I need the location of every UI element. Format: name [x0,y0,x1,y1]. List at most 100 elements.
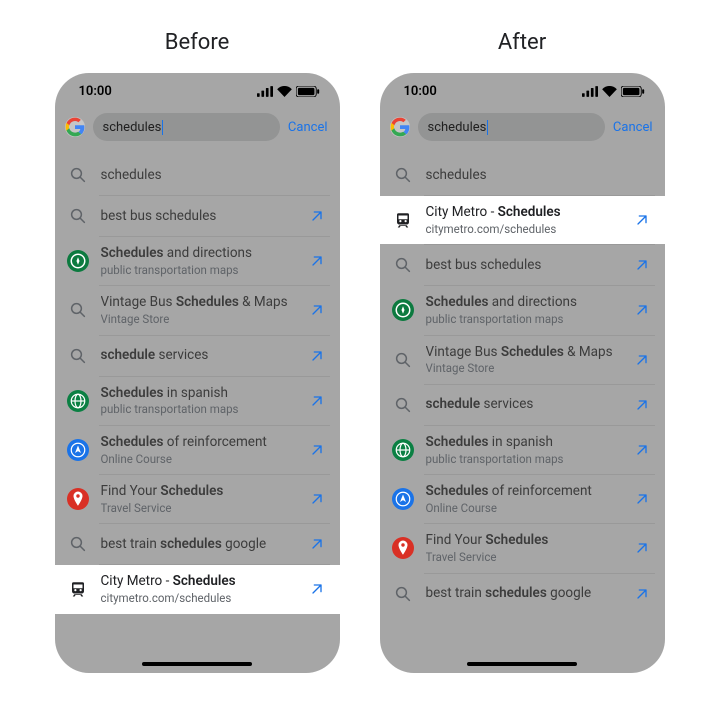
insert-arrow-icon[interactable] [308,252,326,270]
insert-arrow-icon[interactable] [633,585,651,603]
suggestion-body: schedule services [426,396,627,413]
magnifier-icon [392,394,414,416]
suggestion-body: schedule services [101,347,302,364]
suggestion-body: schedules [101,167,326,184]
wifi-icon [277,86,292,97]
after-column: After 10:00 schedules Cancel schedules [380,30,665,673]
insert-arrow-icon[interactable] [308,441,326,459]
suggestion-body: Schedules in spanish public transportati… [426,434,627,466]
insert-arrow-icon[interactable] [308,580,326,598]
search-header: schedules Cancel [380,109,665,149]
cancel-button[interactable]: Cancel [288,120,330,135]
cellular-icon [257,86,273,97]
suggestion-body: Schedules of reinforcement Online Course [101,434,302,466]
search-input[interactable]: schedules [418,113,605,141]
suggestion-body: Schedules in spanish public transportati… [101,385,302,417]
suggestion-title: Schedules in spanish [101,385,302,402]
suggestion-item[interactable]: Vintage Bus Schedules & Maps Vintage Sto… [380,336,665,384]
suggestion-item[interactable]: City Metro - Schedules citymetro.com/sch… [55,565,340,613]
insert-arrow-icon[interactable] [633,539,651,557]
suggestion-item[interactable]: schedules [55,155,340,195]
before-label: Before [165,30,230,55]
suggestion-title: schedules [426,167,651,184]
insert-arrow-icon[interactable] [308,347,326,365]
suggestion-body: best bus schedules [101,208,302,225]
suggestion-item[interactable]: schedule services [55,336,340,376]
suggestion-body: best train schedules google [101,536,302,553]
suggestion-title: Schedules of reinforcement [426,483,627,500]
insert-arrow-icon[interactable] [633,211,651,229]
suggestion-item[interactable]: Find Your Schedules Travel Service [380,524,665,572]
phone-after: 10:00 schedules Cancel schedules City Me [380,73,665,673]
magnifier-icon [67,205,89,227]
train-icon [392,209,414,231]
insert-arrow-icon[interactable] [633,490,651,508]
suggestion-item[interactable]: Schedules and directions public transpor… [55,237,340,285]
suggestion-subtitle: Online Course [101,452,302,466]
suggestion-subtitle: public transportation maps [426,452,627,466]
insert-arrow-icon[interactable] [633,351,651,369]
home-indicator [467,662,577,666]
suggestion-title: Vintage Bus Schedules & Maps [101,294,302,311]
suggestion-body: best bus schedules [426,257,627,274]
suggestion-title: Schedules in spanish [426,434,627,451]
navigate-icon [392,488,414,510]
battery-icon [621,86,645,97]
insert-arrow-icon[interactable] [308,392,326,410]
suggestion-subtitle: Vintage Store [101,312,302,326]
suggestion-item[interactable]: Schedules of reinforcement Online Course [380,475,665,523]
insert-arrow-icon[interactable] [633,256,651,274]
insert-arrow-icon[interactable] [633,441,651,459]
suggestion-item[interactable]: best train schedules google [380,574,665,614]
status-icons [257,86,320,97]
map-pin-icon [392,537,414,559]
search-input[interactable]: schedules [93,113,280,141]
wifi-icon [602,86,617,97]
suggestion-item[interactable]: best bus schedules [55,196,340,236]
suggestion-item[interactable]: schedule services [380,385,665,425]
magnifier-icon [392,254,414,276]
magnifier-icon [67,164,89,186]
suggestion-body: Schedules of reinforcement Online Course [426,483,627,515]
globe-icon [67,390,89,412]
google-logo-icon [65,117,85,137]
status-time: 10:00 [79,84,112,99]
suggestion-subtitle: citymetro.com/schedules [101,591,302,605]
suggestion-body: Find Your Schedules Travel Service [101,483,302,515]
suggestion-item[interactable]: Vintage Bus Schedules & Maps Vintage Sto… [55,286,340,334]
cellular-icon [582,86,598,97]
status-time: 10:00 [404,84,437,99]
suggestion-item[interactable]: Schedules in spanish public transportati… [55,377,340,425]
insert-arrow-icon[interactable] [308,490,326,508]
suggestion-body: schedules [426,167,651,184]
suggestion-subtitle: Online Course [426,501,627,515]
suggestion-body: City Metro - Schedules citymetro.com/sch… [426,204,627,236]
insert-arrow-icon[interactable] [308,301,326,319]
suggestion-item[interactable]: Find Your Schedules Travel Service [55,475,340,523]
suggestion-item[interactable]: City Metro - Schedules citymetro.com/sch… [380,196,665,244]
magnifier-icon [67,533,89,555]
insert-arrow-icon[interactable] [633,396,651,414]
cancel-button[interactable]: Cancel [613,120,655,135]
suggestion-item[interactable]: schedules [380,155,665,195]
suggestion-subtitle: Vintage Store [426,361,627,375]
suggestion-item[interactable]: best bus schedules [380,245,665,285]
insert-arrow-icon[interactable] [633,301,651,319]
suggestion-item[interactable]: Schedules in spanish public transportati… [380,426,665,474]
suggestion-title: schedule services [101,347,302,364]
suggestion-item[interactable]: best train schedules google [55,524,340,564]
suggestion-body: Schedules and directions public transpor… [101,245,302,277]
train-icon [67,578,89,600]
insert-arrow-icon[interactable] [308,207,326,225]
phone-before: 10:00 schedules Cancel schedules best bu [55,73,340,673]
suggestion-subtitle: public transportation maps [101,402,302,416]
insert-arrow-icon[interactable] [308,535,326,553]
suggestion-subtitle: Travel Service [426,550,627,564]
magnifier-icon [392,349,414,371]
suggestion-item[interactable]: Schedules and directions public transpor… [380,286,665,334]
after-label: After [498,30,546,55]
suggestion-item[interactable]: Schedules of reinforcement Online Course [55,426,340,474]
status-bar: 10:00 [55,73,340,109]
suggestion-title: Schedules of reinforcement [101,434,302,451]
suggestion-title: City Metro - Schedules [101,573,302,590]
